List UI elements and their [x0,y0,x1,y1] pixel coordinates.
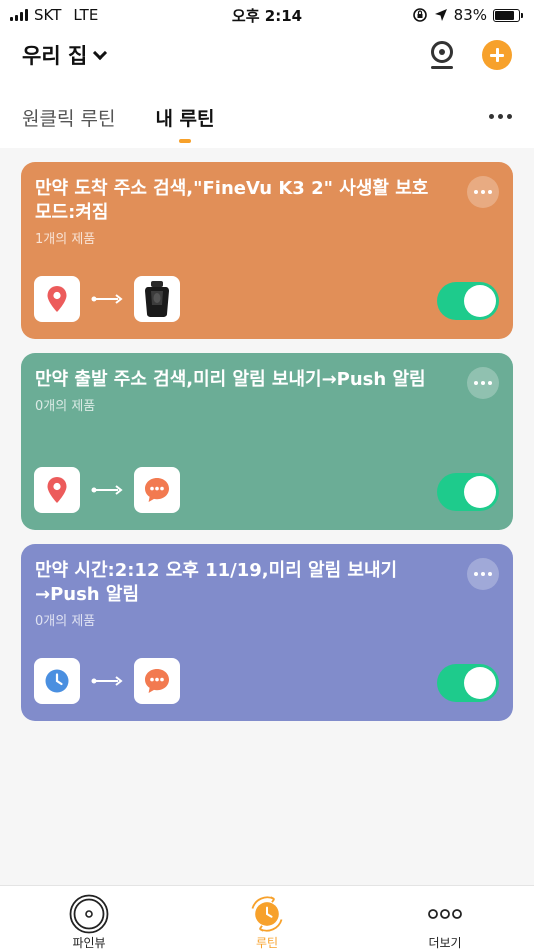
nav-item-more[interactable]: 더보기 [385,886,505,950]
nav-item-routine[interactable]: 루틴 [207,886,327,950]
nav-label: 더보기 [428,936,462,950]
chat-bubble-icon [145,669,169,693]
signal-icon [10,9,28,21]
tab-my-routine[interactable]: 내 루틴 [155,96,214,131]
routine-flow [34,467,180,513]
network-label: LTE [73,6,99,24]
chevron-down-icon [93,45,108,60]
header: 우리 집 [0,30,534,80]
trigger-box [34,467,80,513]
orientation-lock-icon [412,8,427,22]
more-options-icon[interactable] [489,114,512,119]
routine-toggle[interactable] [437,664,499,702]
routine-more-button[interactable] [467,176,499,208]
trigger-box [34,276,80,322]
more-icon [425,894,465,934]
nav-label: 루틴 [255,936,279,950]
routine-card[interactable]: 만약 도착 주소 검색,"FineVu K3 2" 사생활 보호 모드:켜짐 1… [21,162,513,339]
routine-more-button[interactable] [467,367,499,399]
status-left: SKT LTE [10,6,98,24]
location-pin-icon [47,286,67,312]
location-pin-icon [47,477,67,503]
routine-product-count: 0개의 제품 [35,614,96,629]
routine-flow [34,276,180,322]
home-selector[interactable]: 우리 집 [22,40,108,70]
nav-label: 파인뷰 [72,936,106,950]
routine-product-count: 0개의 제품 [35,399,96,414]
routine-more-button[interactable] [467,558,499,590]
action-box [134,276,180,322]
routine-icon [247,894,287,934]
header-actions [430,40,512,70]
camera-icon[interactable] [430,41,454,69]
routine-card[interactable]: 만약 출발 주소 검색,미리 알림 보내기→Push 알림 0개의 제품 [21,353,513,530]
routine-card[interactable]: 만약 시간:2:12 오후 11/19,미리 알림 보내기 →Push 알림 0… [21,544,513,721]
routine-title: 만약 시간:2:12 오후 11/19,미리 알림 보내기 →Push 알림 [35,560,398,605]
status-bar: SKT LTE 오후 2:14 83% [0,0,534,30]
routine-title: 만약 출발 주소 검색,미리 알림 보내기→Push 알림 [35,369,426,390]
routine-toggle[interactable] [437,473,499,511]
arrow-icon [80,676,134,686]
routine-title: 만약 도착 주소 검색,"FineVu K3 2" 사생활 보호 모드:켜짐 [35,178,429,223]
battery-percent: 83% [453,6,487,24]
add-button[interactable] [482,40,512,70]
routine-tabs: 원클릭 루틴 내 루틴 [0,96,534,146]
location-arrow-icon [434,9,447,21]
tab-one-click-routine[interactable]: 원클릭 루틴 [22,96,115,131]
status-time: 오후 2:14 [231,6,303,25]
action-box [134,467,180,513]
routine-product-count: 1개의 제품 [35,232,96,247]
battery-icon [493,8,523,22]
home-title: 우리 집 [22,44,88,68]
routine-flow [34,658,180,704]
clock-icon [45,669,69,693]
routine-toggle[interactable] [437,282,499,320]
nav-item-finevu[interactable]: 파인뷰 [29,886,149,950]
finevu-logo-icon [69,894,109,934]
arrow-icon [80,294,134,304]
carrier-label: SKT [34,6,62,24]
chat-bubble-icon [145,478,169,502]
bottom-nav: 파인뷰 루틴 더보기 [0,885,534,950]
trigger-box [34,658,80,704]
status-right: 83% [412,6,523,24]
arrow-icon [80,485,134,495]
dashcam-device-icon [145,281,169,317]
action-box [134,658,180,704]
